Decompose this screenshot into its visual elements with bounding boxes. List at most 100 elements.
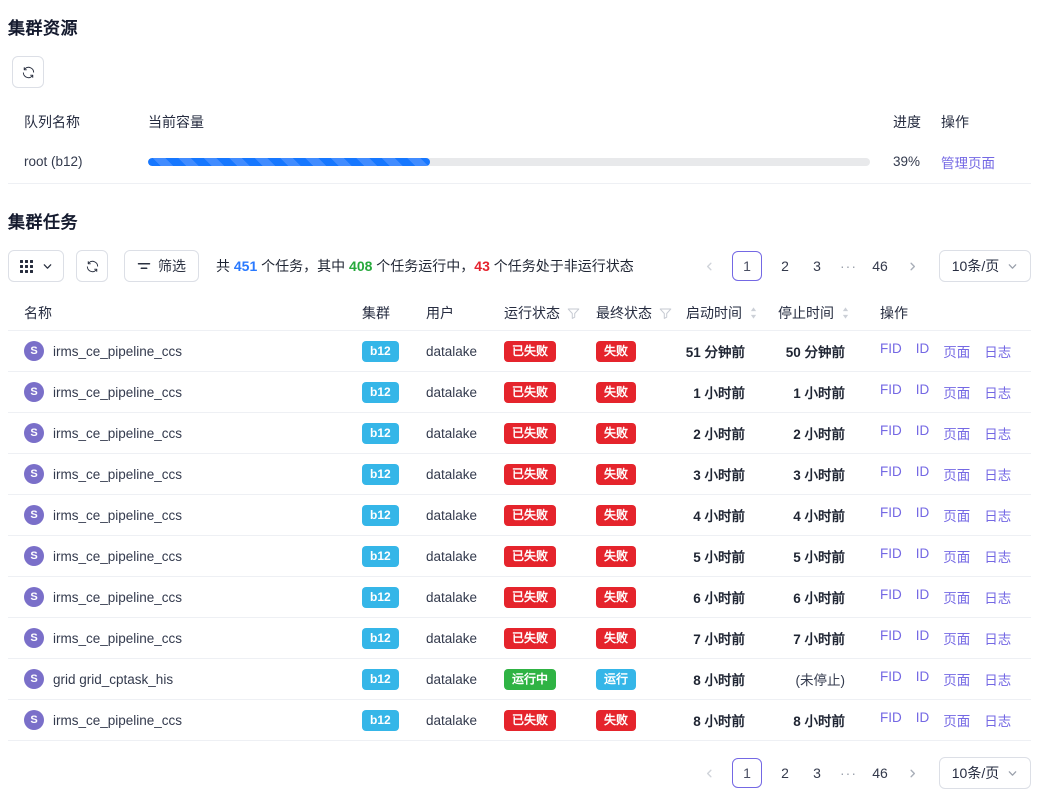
task-user: datalake (418, 672, 496, 687)
start-time: 3 小时前 (678, 464, 770, 484)
sort-icon[interactable] (749, 305, 758, 321)
page-button-46[interactable]: 46 (871, 758, 889, 788)
log-link[interactable]: 日志 (984, 505, 1011, 525)
task-actions: FID ID 页面日志 (870, 464, 1031, 484)
log-link[interactable]: 日志 (984, 587, 1011, 607)
start-time: 5 小时前 (678, 546, 770, 566)
task-actions: FID ID 页面日志 (870, 341, 1031, 361)
col-final-status: 最终状态 (596, 303, 652, 323)
avatar: S (24, 464, 44, 484)
sort-icon[interactable] (841, 305, 850, 321)
resources-title: 集群资源 (8, 14, 1031, 39)
page-link[interactable]: 页面 (943, 505, 970, 525)
page-size-select[interactable]: 10条/页 (939, 250, 1031, 282)
task-row: S irms_ce_pipeline_ccs b12 datalake 已失败 … (8, 700, 1031, 741)
filter-button[interactable]: 筛选 (124, 250, 199, 282)
page-button-46[interactable]: 46 (871, 251, 889, 281)
resources-refresh-button[interactable] (12, 56, 44, 88)
next-page-button[interactable] (903, 758, 921, 788)
log-link[interactable]: 日志 (984, 341, 1011, 361)
run-status-badge: 运行中 (504, 669, 556, 690)
log-link[interactable]: 日志 (984, 382, 1011, 402)
prev-page-button[interactable] (700, 251, 718, 281)
page-button-1[interactable]: 1 (732, 758, 762, 788)
task-actions: FID ID 页面日志 (870, 710, 1031, 730)
page-link[interactable]: 页面 (943, 546, 970, 566)
fid-link[interactable]: FID (880, 587, 902, 607)
id-link[interactable]: ID (916, 669, 930, 689)
fid-link[interactable]: FID (880, 669, 902, 689)
resources-table-header: 队列名称 当前容量 进度 操作 (8, 104, 1031, 140)
id-link[interactable]: ID (916, 546, 930, 566)
log-link[interactable]: 日志 (984, 628, 1011, 648)
log-link[interactable]: 日志 (984, 710, 1011, 730)
fid-link[interactable]: FID (880, 382, 902, 402)
log-link[interactable]: 日志 (984, 546, 1011, 566)
task-user: datalake (418, 631, 496, 646)
id-link[interactable]: ID (916, 587, 930, 607)
id-link[interactable]: ID (916, 464, 930, 484)
fid-link[interactable]: FID (880, 546, 902, 566)
task-user: datalake (418, 508, 496, 523)
page-button-1[interactable]: 1 (732, 251, 762, 281)
id-link[interactable]: ID (916, 341, 930, 361)
task-user: datalake (418, 713, 496, 728)
filter-funnel-icon[interactable] (659, 307, 672, 320)
log-link[interactable]: 日志 (984, 669, 1011, 689)
id-link[interactable]: ID (916, 628, 930, 648)
task-user: datalake (418, 549, 496, 564)
page-size-value: 10条/页 (952, 763, 999, 783)
run-status-badge: 已失败 (504, 423, 556, 444)
page-link[interactable]: 页面 (943, 382, 970, 402)
page-link[interactable]: 页面 (943, 669, 970, 689)
col-current-capacity: 当前容量 (148, 112, 871, 132)
id-link[interactable]: ID (916, 423, 930, 443)
task-actions: FID ID 页面日志 (870, 628, 1031, 648)
manage-page-link[interactable]: 管理页面 (941, 156, 995, 171)
fid-link[interactable]: FID (880, 341, 902, 361)
chevron-right-icon (907, 768, 918, 779)
total-task-count: 451 (234, 258, 257, 274)
fid-link[interactable]: FID (880, 505, 902, 525)
stop-time: 7 小时前 (770, 628, 870, 648)
resources-table: 队列名称 当前容量 进度 操作 root (b12) 39% 管理页面 (8, 104, 1031, 184)
id-link[interactable]: ID (916, 505, 930, 525)
filter-funnel-icon[interactable] (567, 307, 580, 320)
page-link[interactable]: 页面 (943, 341, 970, 361)
next-page-button[interactable] (903, 251, 921, 281)
page-button-3[interactable]: 3 (808, 758, 826, 788)
view-switch-button[interactable] (8, 250, 64, 282)
fid-link[interactable]: FID (880, 464, 902, 484)
page-link[interactable]: 页面 (943, 710, 970, 730)
page-link[interactable]: 页面 (943, 628, 970, 648)
fid-link[interactable]: FID (880, 710, 902, 730)
log-link[interactable]: 日志 (984, 464, 1011, 484)
start-time: 51 分钟前 (678, 341, 770, 361)
tasks-refresh-button[interactable] (76, 250, 108, 282)
chevron-right-icon (907, 261, 918, 272)
log-link[interactable]: 日志 (984, 423, 1011, 443)
page-button-3[interactable]: 3 (808, 251, 826, 281)
prev-page-button[interactable] (700, 758, 718, 788)
chevron-down-icon (42, 261, 53, 272)
final-status-badge: 失败 (596, 710, 636, 731)
summary-text: 个任务运行中， (372, 258, 474, 274)
task-row: S irms_ce_pipeline_ccs b12 datalake 已失败 … (8, 331, 1031, 372)
page-link[interactable]: 页面 (943, 464, 970, 484)
id-link[interactable]: ID (916, 382, 930, 402)
stop-time: 1 小时前 (770, 382, 870, 402)
page-button-2[interactable]: 2 (776, 251, 794, 281)
fid-link[interactable]: FID (880, 628, 902, 648)
id-link[interactable]: ID (916, 710, 930, 730)
task-actions: FID ID 页面日志 (870, 505, 1031, 525)
filter-icon (137, 259, 151, 273)
page-button-2[interactable]: 2 (776, 758, 794, 788)
page-link[interactable]: 页面 (943, 423, 970, 443)
page-link[interactable]: 页面 (943, 587, 970, 607)
task-name: irms_ce_pipeline_ccs (53, 508, 182, 523)
fid-link[interactable]: FID (880, 423, 902, 443)
page-size-select[interactable]: 10条/页 (939, 757, 1031, 789)
task-row: S irms_ce_pipeline_ccs b12 datalake 已失败 … (8, 413, 1031, 454)
col-user: 用户 (426, 303, 454, 323)
summary-text: 个任务，其中 (257, 258, 349, 274)
